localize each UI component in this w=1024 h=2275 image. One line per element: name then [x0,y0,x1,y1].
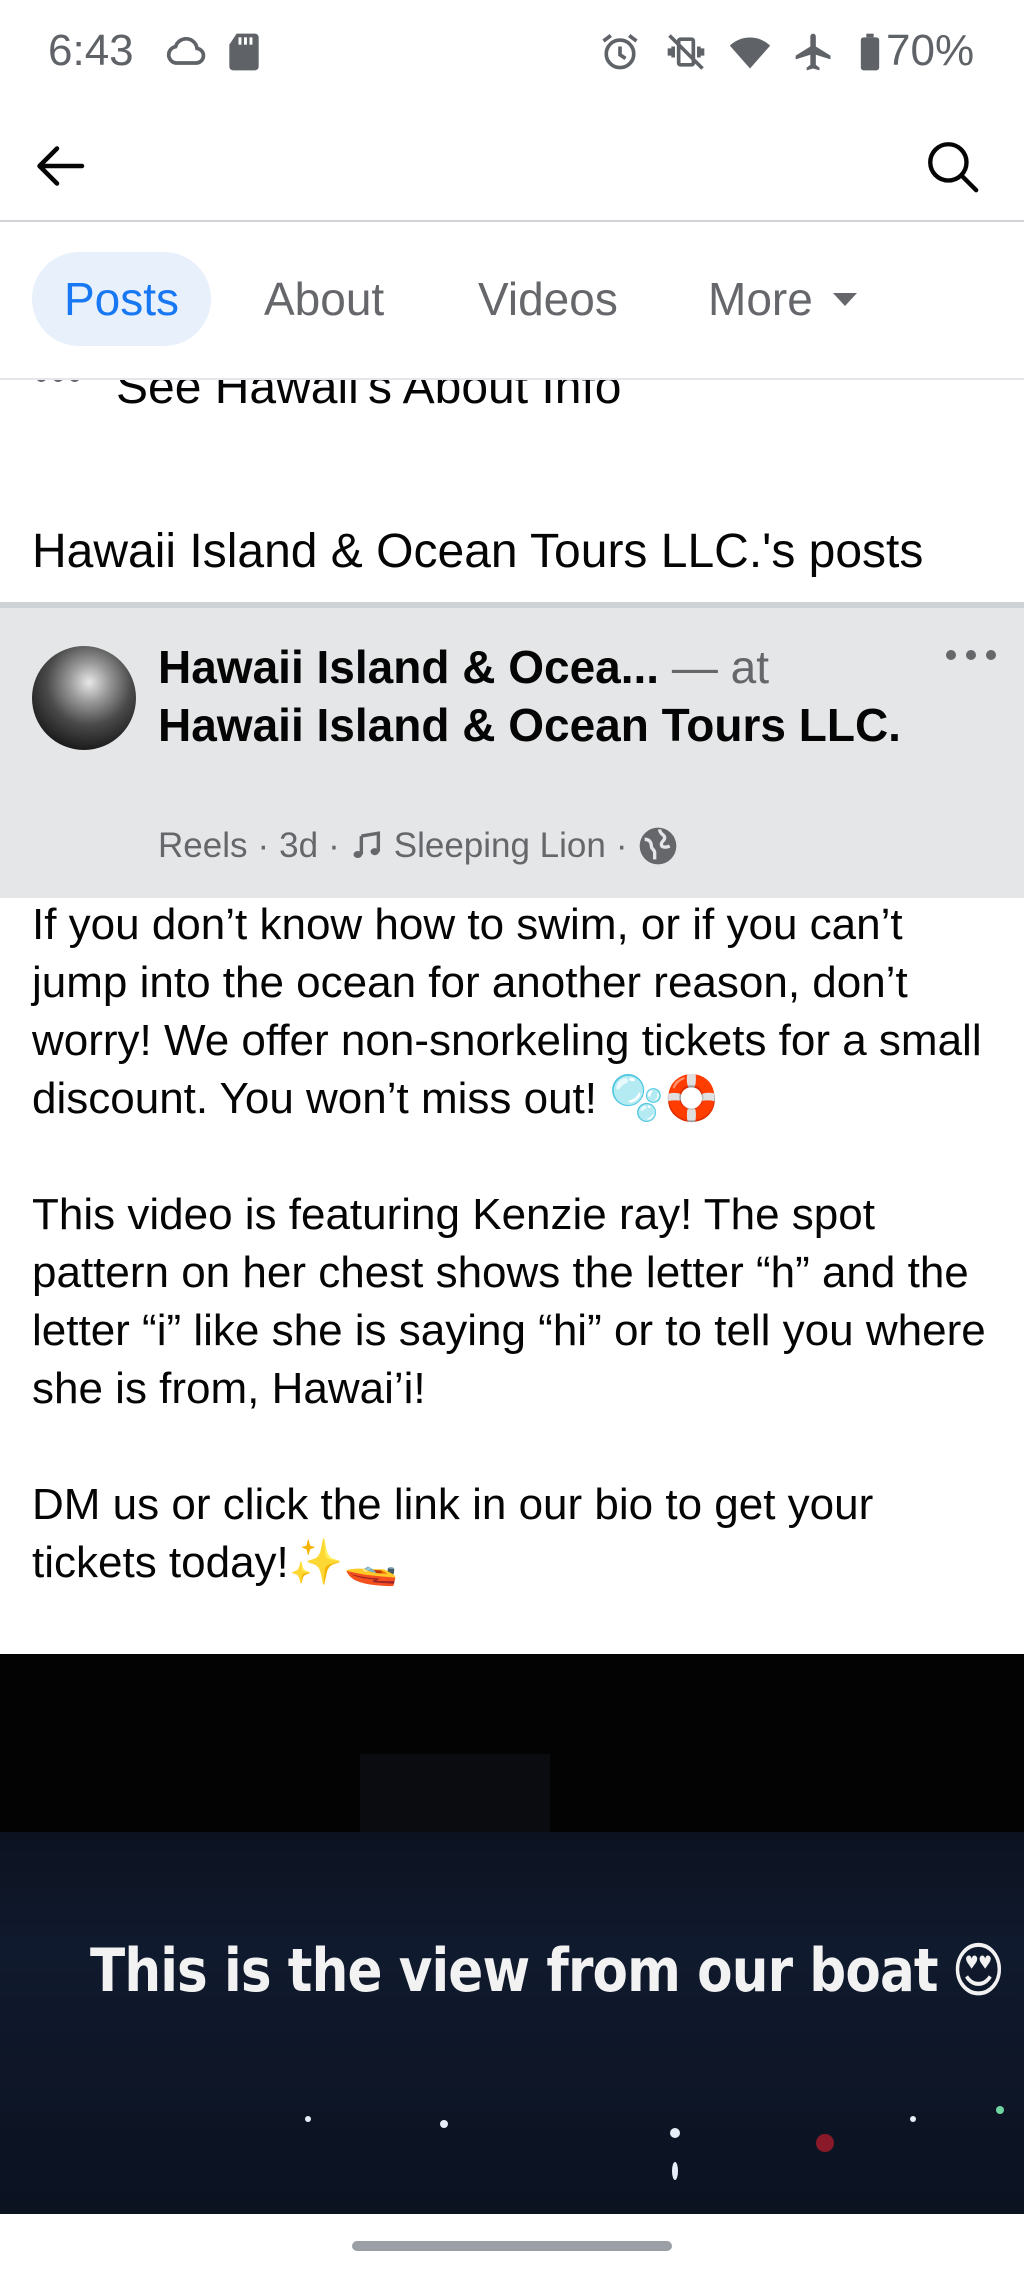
arrow-left-icon [37,146,85,186]
tab-about[interactable]: About [232,252,416,346]
tab-more[interactable]: More [676,252,889,346]
profile-tabs: Posts About Videos More [0,222,1024,380]
cloud-icon [166,37,206,65]
see-about-link[interactable]: See Hawaii's About Info [116,380,621,415]
at-text: — at [659,641,770,693]
globe-icon [639,827,676,865]
post-header: Hawaii Island & Ocea... — at Hawaii Isla… [0,602,1024,898]
more-horizontal-icon [946,650,996,660]
light-dot [670,2128,680,2138]
post-paragraph: This video is featuring Kenzie ray! The … [32,1190,986,1413]
meta-separator: · [615,826,628,865]
avatar[interactable] [32,646,136,750]
status-time: 6:43 [48,26,134,75]
search-icon [928,142,979,193]
search-button[interactable] [918,132,986,200]
more-dots-icon: ••• [34,380,84,400]
light-dot [672,2162,678,2180]
meta-time[interactable]: 3d [279,826,318,866]
vibrate-off-icon [667,34,705,70]
light-dot [910,2116,916,2122]
post-paragraph: If you don’t know how to swim, or if you… [32,900,982,1123]
airplane-icon [795,33,831,71]
top-app-bar [0,110,1024,222]
tab-more-label: More [708,273,813,325]
heart-eyes-emoji: 😍 [951,1936,1005,2006]
alarm-icon [602,34,638,70]
post-options-button[interactable] [936,630,1006,680]
wifi-icon [729,37,771,69]
see-about-row[interactable]: ••• See Hawaii's About Info [0,380,1024,428]
light-dot [816,2134,834,2152]
post-meta: Reels · 3d · Sleeping Lion · [158,826,678,866]
meta-type: Reels [158,826,248,865]
video-caption-text: This is the view from our boat [90,1936,939,2006]
meta-separator: · [257,826,270,865]
video-caption: This is the view from our boat 😍 [90,1916,1005,2026]
light-dot [440,2120,448,2128]
video-frame-area [360,1754,550,1844]
author-name[interactable]: Hawaii Island & Ocea... [158,641,659,693]
location-name[interactable]: Hawaii Island & Ocean Tours LLC. [158,696,958,754]
meta-audio[interactable]: Sleeping Lion [394,826,606,866]
posts-section-heading: Hawaii Island & Ocean Tours LLC.'s posts [32,525,924,578]
post-author-block: Hawaii Island & Ocea... — at Hawaii Isla… [158,638,958,754]
tab-posts[interactable]: Posts [32,252,212,346]
home-gesture-handle[interactable] [352,2241,672,2251]
light-dot [996,2106,1004,2114]
meta-separator: · [328,826,340,865]
battery-level: 70% [886,26,975,75]
system-nav-bar [0,2214,1024,2275]
tab-videos[interactable]: Videos [446,252,650,346]
post-paragraph: DM us or click the link in our bio to ge… [32,1480,874,1587]
post-body: If you don’t know how to swim, or if you… [32,896,1000,1592]
music-note-icon [353,831,380,859]
status-bar: 6:43 70% [0,0,1024,110]
video-player[interactable]: This is the view from our boat 😍 [0,1654,1024,2214]
light-dot [305,2116,311,2122]
caret-down-icon [832,293,857,307]
back-button[interactable] [28,132,96,200]
sd-card-icon [229,33,259,71]
